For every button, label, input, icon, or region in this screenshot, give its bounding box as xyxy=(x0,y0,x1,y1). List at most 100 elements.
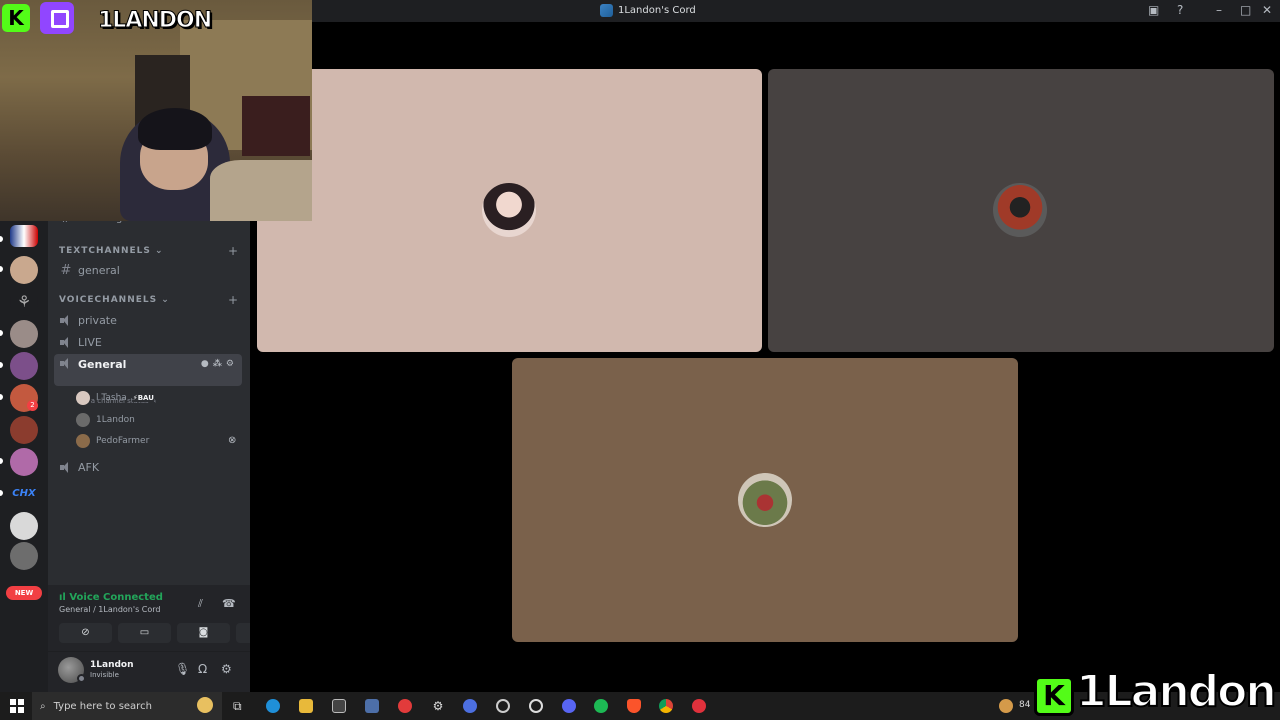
settings-icon[interactable]: ⚙ xyxy=(431,699,445,713)
unread-pill xyxy=(0,362,3,368)
app-red2-icon[interactable] xyxy=(692,699,706,713)
twitch-logo-icon xyxy=(40,2,74,34)
server-avatar-10[interactable] xyxy=(10,512,38,540)
brave-icon[interactable] xyxy=(627,699,641,713)
voice-user-name: 1Landon xyxy=(96,415,135,425)
voice-status-text: Voice Connected xyxy=(69,592,163,603)
voice-channel-afk[interactable]: AFK xyxy=(54,456,242,478)
server-avatar-7[interactable] xyxy=(10,416,38,444)
voice-channel-live[interactable]: LIVE xyxy=(54,331,242,353)
unread-pill xyxy=(0,330,3,336)
gear-icon[interactable]: ⚙ xyxy=(226,359,234,369)
webcam-blanket xyxy=(210,160,312,221)
guild-tag-text: BAU xyxy=(137,394,154,402)
unread-pill xyxy=(0,236,3,242)
avatar xyxy=(76,391,90,405)
avatar xyxy=(993,183,1047,237)
discord-icon[interactable] xyxy=(562,699,576,713)
file-explorer-icon[interactable] xyxy=(299,699,313,713)
chevron-down-icon: ⌄ xyxy=(155,246,164,256)
video-tile-pedofarmer[interactable] xyxy=(512,358,1018,642)
weather-moon-icon xyxy=(197,697,213,713)
spotify-icon[interactable] xyxy=(594,699,608,713)
activities-button[interactable]: ◙ xyxy=(177,623,230,643)
obs-icon[interactable] xyxy=(496,699,510,713)
window-title: 1Landon's Cord xyxy=(600,4,696,17)
video-tile-1landon[interactable] xyxy=(768,69,1274,352)
voice-channel-general[interactable]: General ● ⁂ ⚙ xyxy=(54,354,242,386)
invite-icon[interactable]: ⁂ xyxy=(213,359,222,369)
microphone-icon[interactable]: 🎙 xyxy=(175,662,190,676)
avatar xyxy=(76,434,90,448)
channel-general-text[interactable]: # general xyxy=(54,259,242,281)
temperature: 84 xyxy=(1019,700,1031,710)
server-avatar-11[interactable] xyxy=(10,542,38,570)
category-voice-channels[interactable]: VOICECHANNELS ⌄ xyxy=(59,295,170,305)
voice-channel-private[interactable]: private xyxy=(54,309,242,331)
avatar xyxy=(738,473,792,527)
server-chx[interactable]: CHX xyxy=(10,480,38,508)
maximize-button[interactable]: □ xyxy=(1240,3,1251,17)
user-status: Invisible xyxy=(90,671,119,679)
mention-badge: 2 xyxy=(27,400,38,411)
voice-user-name: l Tasha xyxy=(96,393,127,403)
gear-icon[interactable]: ⚙ xyxy=(221,662,232,676)
close-button[interactable]: ✕ xyxy=(1262,3,1272,17)
channel-label: AFK xyxy=(78,460,100,474)
screen-share-button[interactable]: ▭ xyxy=(118,623,171,643)
voice-user[interactable]: PedoFarmer xyxy=(76,432,149,450)
steam-icon[interactable] xyxy=(529,699,543,713)
voice-user[interactable]: l Tasha ⚡BAU xyxy=(76,389,154,407)
kick-logo-icon: K xyxy=(2,4,30,32)
brand-name: 1Landon xyxy=(1075,665,1278,718)
app-blue-icon[interactable] xyxy=(463,699,477,713)
camera-off-icon: ⊘ xyxy=(81,627,90,638)
app-red-icon[interactable] xyxy=(398,699,412,713)
speaker-icon xyxy=(60,336,72,348)
window-title-text: 1Landon's Cord xyxy=(618,5,696,16)
new-badge[interactable]: NEW xyxy=(6,586,42,600)
chevron-down-icon: ⌄ xyxy=(161,295,170,305)
server-avatar-5[interactable] xyxy=(10,352,38,380)
search-icon: ⌕ xyxy=(40,700,46,712)
server-avatar-4[interactable] xyxy=(10,320,38,348)
voice-user[interactable]: 1Landon xyxy=(76,411,135,429)
server-avatar-8[interactable] xyxy=(10,448,38,476)
webcam-flag xyxy=(242,96,310,156)
help-icon[interactable]: ? xyxy=(1177,3,1183,17)
server-bmw[interactable] xyxy=(10,225,38,247)
inbox-icon[interactable]: ▣ xyxy=(1148,3,1159,17)
disconnect-icon[interactable]: ☎ xyxy=(222,597,236,610)
server-avatar-2[interactable] xyxy=(10,256,38,284)
add-text-channel-icon[interactable]: + xyxy=(228,244,238,258)
noise-suppression-icon[interactable]: ⫽ xyxy=(198,597,203,611)
channel-label: LIVE xyxy=(78,335,102,349)
chrome-icon[interactable] xyxy=(659,699,673,713)
channel-label: private xyxy=(78,313,117,327)
video-tile-tasha[interactable] xyxy=(257,69,762,352)
calculator-icon[interactable] xyxy=(365,699,379,713)
chat-icon[interactable]: ● xyxy=(201,359,209,369)
edge-icon[interactable] xyxy=(266,699,280,713)
store-icon[interactable] xyxy=(332,699,346,713)
camera-button[interactable]: ⊘ xyxy=(59,623,112,643)
voice-connected-status[interactable]: ıl Voice Connected xyxy=(59,592,163,603)
task-view-icon[interactable]: ⧉ xyxy=(233,699,247,713)
category-text-channels[interactable]: TEXTCHANNELS ⌄ xyxy=(59,246,164,256)
server-plant[interactable]: ⚘ xyxy=(10,288,38,316)
category-label: TEXTCHANNELS xyxy=(59,246,151,256)
username[interactable]: 1Landon xyxy=(90,660,134,670)
taskbar-search[interactable]: ⌕ Type here to search xyxy=(32,692,222,720)
search-placeholder: Type here to search xyxy=(53,700,152,712)
voice-location: General / 1Landon's Cord xyxy=(59,605,161,614)
user-panel: 1Landon Invisible 🎙 Ω ⚙ xyxy=(48,652,250,692)
webcam-hair xyxy=(138,108,212,150)
minimize-button[interactable]: – xyxy=(1216,3,1222,17)
headphones-icon[interactable]: Ω xyxy=(198,662,207,676)
windows-start-icon[interactable] xyxy=(10,699,24,713)
brand-overlay: K 1Landon xyxy=(1030,662,1280,720)
add-voice-channel-icon[interactable]: + xyxy=(228,293,238,307)
kick-logo-icon: K xyxy=(1034,676,1074,716)
speaker-icon xyxy=(60,461,72,473)
unread-pill xyxy=(0,394,3,400)
